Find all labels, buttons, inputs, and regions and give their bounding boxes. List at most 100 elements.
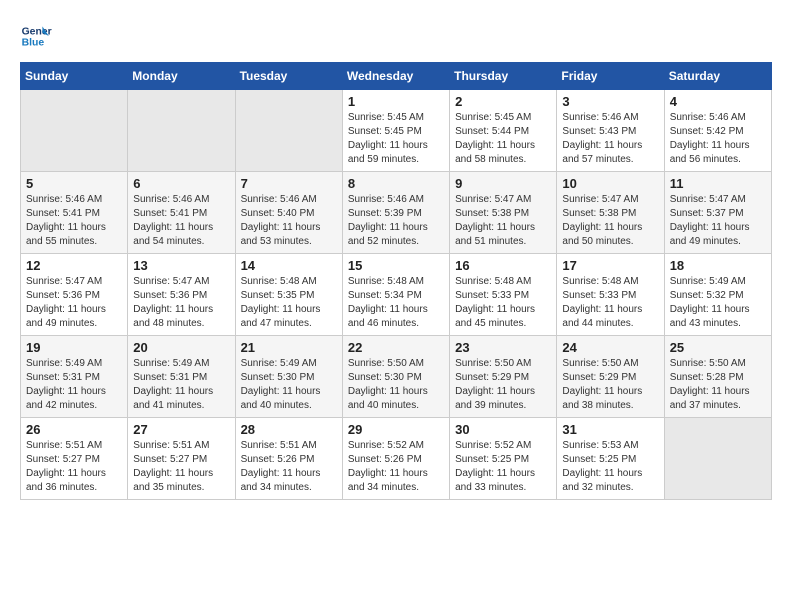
calendar-week-row: 26Sunrise: 5:51 AMSunset: 5:27 PMDayligh… xyxy=(21,418,772,500)
day-info: Sunrise: 5:49 AMSunset: 5:31 PMDaylight:… xyxy=(26,357,122,413)
day-number: 17 xyxy=(562,258,658,273)
day-number: 7 xyxy=(241,176,337,191)
day-info: Sunrise: 5:49 AMSunset: 5:30 PMDaylight:… xyxy=(241,357,337,413)
calendar-cell: 16 Sunrise: 5:48 AMSunset: 5:33 PMDayligh… xyxy=(450,254,557,336)
day-info: Sunrise: 5:46 AMSunset: 5:42 PMDaylight:… xyxy=(670,111,766,167)
day-number: 20 xyxy=(133,340,229,355)
calendar-cell: 22Sunrise: 5:50 AMSunset: 5:30 PMDayligh… xyxy=(342,336,449,418)
calendar-cell: 27 Sunrise: 5:51 AMSunset: 5:27 PMDayligh… xyxy=(128,418,235,500)
day-number: 10 xyxy=(562,176,658,191)
day-number: 11 xyxy=(670,176,766,191)
day-info: Sunrise: 5:48 AMSunset: 5:35 PMDaylight:… xyxy=(241,275,337,331)
calendar-cell: 9Sunrise: 5:47 AMSunset: 5:38 PMDaylight… xyxy=(450,172,557,254)
calendar-week-row: 19 Sunrise: 5:49 AMSunset: 5:31 PMDayligh… xyxy=(21,336,772,418)
day-info: Sunrise: 5:46 AMSunset: 5:41 PMDaylight:… xyxy=(26,193,122,249)
column-header-thursday: Thursday xyxy=(450,63,557,90)
calendar-cell: 7 Sunrise: 5:46 AMSunset: 5:40 PMDaylight… xyxy=(235,172,342,254)
day-number: 15 xyxy=(348,258,444,273)
day-info: Sunrise: 5:48 AMSunset: 5:34 PMDaylight:… xyxy=(348,275,444,331)
column-header-sunday: Sunday xyxy=(21,63,128,90)
calendar-cell: 24 Sunrise: 5:50 AMSunset: 5:29 PMDayligh… xyxy=(557,336,664,418)
calendar-cell: 21 Sunrise: 5:49 AMSunset: 5:30 PMDayligh… xyxy=(235,336,342,418)
day-number: 5 xyxy=(26,176,122,191)
calendar-cell: 19 Sunrise: 5:49 AMSunset: 5:31 PMDayligh… xyxy=(21,336,128,418)
day-number: 28 xyxy=(241,422,337,437)
day-number: 6 xyxy=(133,176,229,191)
calendar-cell: 15 Sunrise: 5:48 AMSunset: 5:34 PMDayligh… xyxy=(342,254,449,336)
day-number: 14 xyxy=(241,258,337,273)
day-number: 23 xyxy=(455,340,551,355)
day-number: 16 xyxy=(455,258,551,273)
day-number: 30 xyxy=(455,422,551,437)
day-info: Sunrise: 5:46 AMSunset: 5:41 PMDaylight:… xyxy=(133,193,229,249)
day-info: Sunrise: 5:49 AMSunset: 5:32 PMDaylight:… xyxy=(670,275,766,331)
calendar-cell: 20 Sunrise: 5:49 AMSunset: 5:31 PMDayligh… xyxy=(128,336,235,418)
calendar-cell: 18Sunrise: 5:49 AMSunset: 5:32 PMDayligh… xyxy=(664,254,771,336)
calendar-cell: 29Sunrise: 5:52 AMSunset: 5:26 PMDayligh… xyxy=(342,418,449,500)
day-number: 25 xyxy=(670,340,766,355)
column-header-wednesday: Wednesday xyxy=(342,63,449,90)
day-number: 27 xyxy=(133,422,229,437)
svg-text:General: General xyxy=(22,26,52,37)
day-info: Sunrise: 5:48 AMSunset: 5:33 PMDaylight:… xyxy=(562,275,658,331)
day-number: 21 xyxy=(241,340,337,355)
calendar-cell: 30 Sunrise: 5:52 AMSunset: 5:25 PMDayligh… xyxy=(450,418,557,500)
day-info: Sunrise: 5:47 AMSunset: 5:38 PMDaylight:… xyxy=(455,193,551,249)
day-number: 13 xyxy=(133,258,229,273)
day-info: Sunrise: 5:50 AMSunset: 5:28 PMDaylight:… xyxy=(670,357,766,413)
day-info: Sunrise: 5:48 AMSunset: 5:33 PMDaylight:… xyxy=(455,275,551,331)
calendar-cell xyxy=(235,90,342,172)
day-number: 2 xyxy=(455,94,551,109)
calendar-cell: 4 Sunrise: 5:46 AMSunset: 5:42 PMDaylight… xyxy=(664,90,771,172)
day-number: 4 xyxy=(670,94,766,109)
day-number: 3 xyxy=(562,94,658,109)
svg-text:Blue: Blue xyxy=(22,38,45,49)
calendar-cell: 25 Sunrise: 5:50 AMSunset: 5:28 PMDayligh… xyxy=(664,336,771,418)
calendar-cell: 14 Sunrise: 5:48 AMSunset: 5:35 PMDayligh… xyxy=(235,254,342,336)
calendar-cell: 3Sunrise: 5:46 AMSunset: 5:43 PMDaylight… xyxy=(557,90,664,172)
calendar-cell: 26Sunrise: 5:51 AMSunset: 5:27 PMDayligh… xyxy=(21,418,128,500)
calendar-cell: 13 Sunrise: 5:47 AMSunset: 5:36 PMDayligh… xyxy=(128,254,235,336)
day-info: Sunrise: 5:50 AMSunset: 5:29 PMDaylight:… xyxy=(562,357,658,413)
logo-icon: General Blue xyxy=(20,20,52,52)
day-info: Sunrise: 5:46 AMSunset: 5:40 PMDaylight:… xyxy=(241,193,337,249)
calendar-cell: 11 Sunrise: 5:47 AMSunset: 5:37 PMDayligh… xyxy=(664,172,771,254)
day-number: 31 xyxy=(562,422,658,437)
day-number: 19 xyxy=(26,340,122,355)
day-info: Sunrise: 5:52 AMSunset: 5:26 PMDaylight:… xyxy=(348,439,444,495)
column-header-monday: Monday xyxy=(128,63,235,90)
calendar-cell: 8 Sunrise: 5:46 AMSunset: 5:39 PMDaylight… xyxy=(342,172,449,254)
calendar-cell xyxy=(664,418,771,500)
day-number: 24 xyxy=(562,340,658,355)
calendar-cell xyxy=(128,90,235,172)
day-info: Sunrise: 5:46 AMSunset: 5:39 PMDaylight:… xyxy=(348,193,444,249)
page-header: General Blue xyxy=(20,20,772,52)
day-number: 1 xyxy=(348,94,444,109)
calendar-cell: 12 Sunrise: 5:47 AMSunset: 5:36 PMDayligh… xyxy=(21,254,128,336)
calendar-cell: 23 Sunrise: 5:50 AMSunset: 5:29 PMDayligh… xyxy=(450,336,557,418)
day-info: Sunrise: 5:47 AMSunset: 5:36 PMDaylight:… xyxy=(133,275,229,331)
calendar-week-row: 12 Sunrise: 5:47 AMSunset: 5:36 PMDayligh… xyxy=(21,254,772,336)
calendar-cell: 31Sunrise: 5:53 AMSunset: 5:25 PMDayligh… xyxy=(557,418,664,500)
day-info: Sunrise: 5:47 AMSunset: 5:37 PMDaylight:… xyxy=(670,193,766,249)
calendar-cell: 28 Sunrise: 5:51 AMSunset: 5:26 PMDayligh… xyxy=(235,418,342,500)
day-info: Sunrise: 5:52 AMSunset: 5:25 PMDaylight:… xyxy=(455,439,551,495)
day-info: Sunrise: 5:51 AMSunset: 5:26 PMDaylight:… xyxy=(241,439,337,495)
day-number: 12 xyxy=(26,258,122,273)
column-header-friday: Friday xyxy=(557,63,664,90)
day-info: Sunrise: 5:51 AMSunset: 5:27 PMDaylight:… xyxy=(133,439,229,495)
day-info: Sunrise: 5:45 AMSunset: 5:45 PMDaylight:… xyxy=(348,111,444,167)
calendar-table: SundayMondayTuesdayWednesdayThursdayFrid… xyxy=(20,62,772,500)
column-header-saturday: Saturday xyxy=(664,63,771,90)
day-info: Sunrise: 5:47 AMSunset: 5:36 PMDaylight:… xyxy=(26,275,122,331)
day-info: Sunrise: 5:50 AMSunset: 5:29 PMDaylight:… xyxy=(455,357,551,413)
day-info: Sunrise: 5:49 AMSunset: 5:31 PMDaylight:… xyxy=(133,357,229,413)
calendar-week-row: 1 Sunrise: 5:45 AMSunset: 5:45 PMDaylight… xyxy=(21,90,772,172)
day-number: 8 xyxy=(348,176,444,191)
day-info: Sunrise: 5:47 AMSunset: 5:38 PMDaylight:… xyxy=(562,193,658,249)
calendar-cell xyxy=(21,90,128,172)
day-info: Sunrise: 5:45 AMSunset: 5:44 PMDaylight:… xyxy=(455,111,551,167)
calendar-cell: 6 Sunrise: 5:46 AMSunset: 5:41 PMDaylight… xyxy=(128,172,235,254)
calendar-cell: 10 Sunrise: 5:47 AMSunset: 5:38 PMDayligh… xyxy=(557,172,664,254)
day-number: 22 xyxy=(348,340,444,355)
